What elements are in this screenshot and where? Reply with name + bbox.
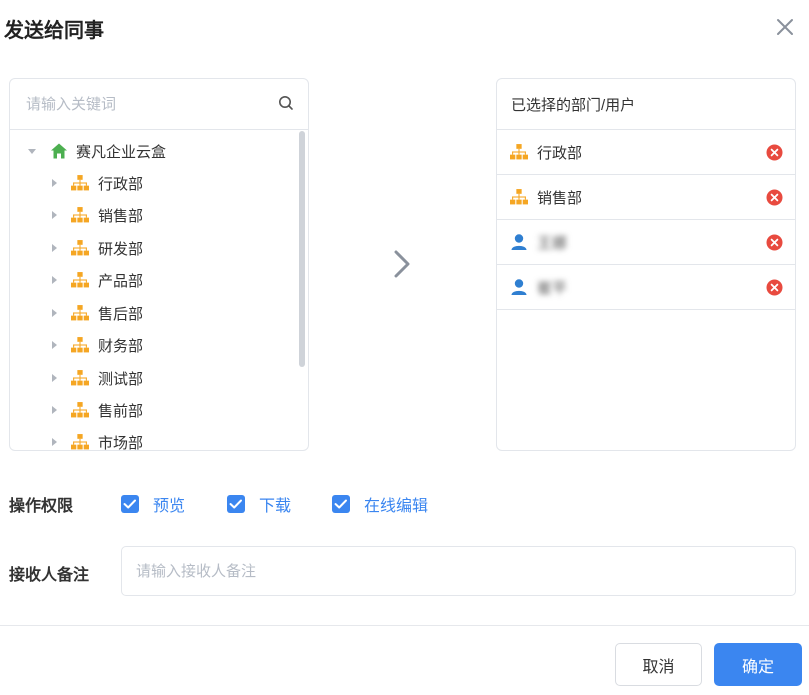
tree-root-label: 赛凡企业云盒 xyxy=(76,143,167,161)
online-edit-checkbox[interactable]: 在线编辑 xyxy=(332,492,428,516)
preview-checkbox[interactable]: 预览 xyxy=(121,492,185,516)
tree-item-label: 测试部 xyxy=(98,370,144,388)
tree-item[interactable]: 市场部 xyxy=(10,428,296,450)
caret-right-icon[interactable] xyxy=(48,177,60,189)
tree-scrollbar[interactable] xyxy=(299,131,305,367)
selected-item: 王娜 xyxy=(497,220,795,265)
selected-panel: 已选择的部门/用户 行政部 销售部 王娜 崔平 xyxy=(496,78,796,451)
checkbox-checked-icon[interactable] xyxy=(332,495,350,513)
footer-divider xyxy=(0,625,809,626)
caret-right-icon[interactable] xyxy=(48,372,60,384)
selected-item-label: 销售部 xyxy=(537,189,583,207)
permissions-label: 操作权限 xyxy=(9,498,74,515)
org-icon xyxy=(71,240,89,256)
remove-icon[interactable] xyxy=(766,144,783,161)
remove-icon[interactable] xyxy=(766,279,783,296)
selected-item: 销售部 xyxy=(497,175,795,220)
close-icon[interactable] xyxy=(774,16,796,38)
search-input[interactable] xyxy=(10,79,308,129)
tree-item[interactable]: 产品部 xyxy=(10,266,296,294)
checkbox-checked-icon[interactable] xyxy=(121,495,139,513)
selected-panel-header: 已选择的部门/用户 xyxy=(497,79,795,130)
tree-item-label: 销售部 xyxy=(98,207,144,225)
caret-right-icon[interactable] xyxy=(48,404,60,416)
tree-item-label: 售后部 xyxy=(98,305,144,323)
selected-item: 崔平 xyxy=(497,265,795,310)
caret-right-icon[interactable] xyxy=(48,242,60,254)
chevron-right-icon[interactable] xyxy=(390,246,414,282)
user-icon xyxy=(511,234,527,250)
checkbox-label: 下载 xyxy=(259,498,292,515)
tree-item[interactable]: 研发部 xyxy=(10,234,296,262)
caret-right-icon[interactable] xyxy=(48,339,60,351)
caret-right-icon[interactable] xyxy=(48,274,60,286)
selected-item: 行政部 xyxy=(497,130,795,175)
checkbox-label: 预览 xyxy=(153,498,186,515)
remove-icon[interactable] xyxy=(766,234,783,251)
home-icon xyxy=(51,143,67,159)
recipient-note-label: 接收人备注 xyxy=(9,567,90,584)
tree-item[interactable]: 销售部 xyxy=(10,201,296,229)
org-icon xyxy=(71,337,89,353)
caret-down-icon[interactable] xyxy=(26,145,38,157)
tree-item-label: 产品部 xyxy=(98,272,144,290)
tree-item[interactable]: 售后部 xyxy=(10,299,296,327)
org-icon xyxy=(71,370,89,386)
tree-item[interactable]: 行政部 xyxy=(10,169,296,197)
tree-item[interactable]: 财务部 xyxy=(10,331,296,359)
selected-item-label: 崔平 xyxy=(537,279,568,297)
recipient-note-input[interactable] xyxy=(121,546,796,596)
caret-right-icon[interactable] xyxy=(48,307,60,319)
department-tree: 赛凡企业云盒 行政部 销售部 研发部 产品部 售后部 财务部 测试部 售前部 市… xyxy=(10,131,308,450)
tree-item[interactable]: 测试部 xyxy=(10,364,296,392)
tree-item-label: 行政部 xyxy=(98,175,144,193)
search-icon[interactable] xyxy=(278,95,294,111)
tree-item-label: 财务部 xyxy=(98,337,144,355)
checkbox-label: 在线编辑 xyxy=(364,498,429,515)
tree-item-label: 研发部 xyxy=(98,240,144,258)
org-icon xyxy=(71,402,89,418)
dialog-title: 发送给同事 xyxy=(4,20,104,42)
cancel-button[interactable]: 取消 xyxy=(615,643,702,686)
tree-item-label: 售前部 xyxy=(98,402,144,420)
selected-item-label: 王娜 xyxy=(537,234,568,252)
search-box xyxy=(10,79,308,130)
org-icon xyxy=(71,272,89,288)
tree-item[interactable]: 售前部 xyxy=(10,396,296,424)
download-checkbox[interactable]: 下载 xyxy=(227,492,291,516)
confirm-button[interactable]: 确定 xyxy=(714,643,802,686)
selected-item-label: 行政部 xyxy=(537,144,583,162)
caret-right-icon[interactable] xyxy=(48,436,60,448)
remove-icon[interactable] xyxy=(766,189,783,206)
org-icon xyxy=(510,144,528,160)
org-icon xyxy=(71,207,89,223)
caret-right-icon[interactable] xyxy=(48,209,60,221)
tree-item-label: 市场部 xyxy=(98,434,144,451)
department-tree-panel: 赛凡企业云盒 行政部 销售部 研发部 产品部 xyxy=(9,78,309,451)
org-icon xyxy=(71,434,89,450)
checkbox-checked-icon[interactable] xyxy=(227,495,245,513)
user-icon xyxy=(511,279,527,295)
org-icon xyxy=(71,305,89,321)
tree-root[interactable]: 赛凡企业云盒 xyxy=(10,137,296,165)
org-icon xyxy=(510,189,528,205)
org-icon xyxy=(71,175,89,191)
